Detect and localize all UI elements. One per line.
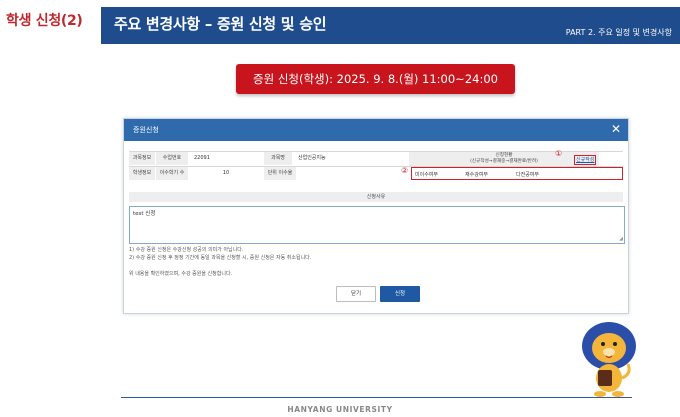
marker-2: ② bbox=[401, 166, 409, 175]
close-button[interactable]: 닫기 bbox=[336, 286, 376, 302]
footer-line bbox=[121, 397, 632, 398]
side-title: 학생 신청(2) bbox=[6, 13, 83, 29]
student-info-label: 학생정보 bbox=[129, 167, 155, 180]
confirm-text: 위 내용을 확인하였으며, 수강 증원을 신청합니다. bbox=[129, 271, 233, 277]
header-part: PART 2. 주요 일정 및 변경사항 bbox=[565, 28, 672, 37]
dialog-title: 증원신청 bbox=[133, 126, 159, 134]
semesters-value: 10 bbox=[222, 170, 230, 176]
marker-1: ① bbox=[555, 149, 563, 158]
header-bar: 주요 변경사항 – 증원 신청 및 승인 PART 2. 주요 일정 및 변경사… bbox=[101, 7, 680, 44]
course-info-label: 과목정보 bbox=[129, 152, 155, 165]
note-line: 2) 수강 증원 신청 후 정정 기간에 동일 과목을 신청할 시, 증원 신청… bbox=[129, 254, 312, 261]
course-info-row: 과목정보 수업번호 22091 과목명 산업인공지능 신청현황 (신규작성→결재… bbox=[129, 149, 623, 166]
lion-mascot-image bbox=[582, 322, 636, 397]
course-no-label: 수업번호 bbox=[156, 152, 188, 165]
date-banner: 증원 신청(학생): 2025. 9. 8.(월) 11:00~24:00 bbox=[236, 64, 515, 94]
notes: 1) 수강 증원 신청은 수강신청 성공의 의미가 아닙니다. 2) 수강 증원… bbox=[129, 247, 311, 262]
status-header-steps: (신규작성→결재중→결재완료/반려) bbox=[470, 159, 538, 164]
footer-text: HANYANG UNIVERSITY bbox=[287, 405, 393, 414]
status-flag-not-completed: 미이수여부 bbox=[415, 172, 439, 178]
semesters-label: 이수학기 수 bbox=[156, 167, 188, 180]
reason-label: 신청사유 bbox=[129, 192, 623, 202]
units-label: 단위 이수율 bbox=[264, 167, 296, 180]
student-info-row: 학생정보 이수학기 수 10 단위 이수율 ② 미이수여부 재수강여부 다전공여… bbox=[129, 166, 623, 180]
dialog-header: 증원신청 ✕ bbox=[124, 119, 628, 141]
course-no-value: 22091 bbox=[194, 155, 210, 161]
status-flag-multi-major: 다전공여부 bbox=[516, 172, 540, 178]
resize-grip-icon[interactable]: ◢ bbox=[619, 236, 623, 242]
header-title: 주요 변경사항 – 증원 신청 및 승인 bbox=[114, 15, 327, 33]
apply-button[interactable]: 신청 bbox=[380, 286, 420, 302]
close-icon[interactable]: ✕ bbox=[611, 122, 621, 136]
units-value bbox=[299, 167, 399, 180]
note-line: 1) 수강 증원 신청은 수강신청 성공의 의미가 아닙니다. bbox=[129, 247, 244, 253]
status-flags-box: 미이수여부 재수강여부 다전공여부 bbox=[411, 167, 623, 180]
reason-textarea[interactable]: test 신청 ◢ bbox=[129, 206, 625, 244]
status-header: 신청현황 (신규작성→결재중→결재완료/반려) bbox=[409, 152, 599, 166]
course-name-label: 과목명 bbox=[264, 152, 292, 165]
new-application-link[interactable]: 신규작성 bbox=[574, 155, 597, 165]
status-flag-retake: 재수강여부 bbox=[465, 172, 489, 178]
enrollment-increase-dialog: 증원신청 ✕ 과목정보 수업번호 22091 과목명 산업인공지능 신청현황 (… bbox=[123, 118, 629, 314]
course-name-value: 산업인공지능 bbox=[298, 155, 326, 161]
reason-text: test 신청 bbox=[133, 211, 156, 217]
